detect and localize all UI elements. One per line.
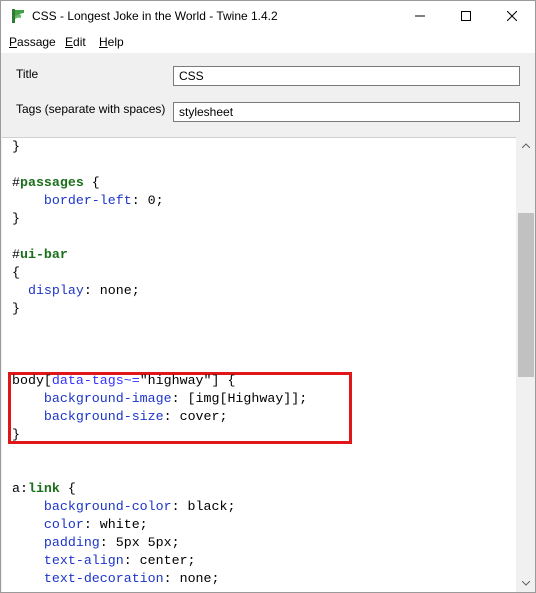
code-line: body[data-tags~="highway"] { — [12, 372, 235, 390]
code-token: ui-bar — [19, 247, 68, 262]
code-token: data-tags~= — [51, 373, 140, 388]
code-line: background-size: cover; — [12, 408, 228, 426]
code-token: : none; — [163, 571, 220, 586]
code-line: text-align: center; — [12, 552, 196, 570]
scrollbar-thumb[interactable] — [518, 213, 534, 377]
code-line: a:link { — [12, 480, 76, 498]
code-line: padding: 5px 5px; — [12, 534, 180, 552]
code-line: text-decoration: none; — [12, 570, 220, 588]
code-token: padding — [43, 535, 100, 550]
code-line: } — [12, 300, 20, 318]
code-token: } — [12, 301, 20, 316]
code-token: passages — [19, 175, 84, 190]
scroll-up-icon — [522, 143, 530, 148]
code-token: : 5px 5px; — [99, 535, 180, 550]
scroll-up-button[interactable] — [517, 137, 535, 154]
code-token: } — [12, 139, 20, 154]
code-editor[interactable]: } #passages { border-left: 0;} #ui-bar{ di… — [2, 137, 516, 592]
code-token: : black; — [171, 499, 236, 514]
code-line: #ui-bar — [12, 246, 68, 264]
code-token: a: — [12, 481, 28, 496]
code-token: : center; — [123, 553, 196, 568]
scroll-down-icon — [522, 581, 530, 586]
vertical-scrollbar[interactable] — [517, 137, 535, 592]
code-line: } — [12, 210, 20, 228]
code-token: } — [12, 211, 20, 226]
maximize-button[interactable] — [443, 1, 489, 31]
code-token: background-size — [43, 409, 164, 424]
minimize-button[interactable] — [397, 1, 443, 31]
code-token: # — [12, 175, 20, 190]
code-token: { — [59, 481, 76, 496]
code-token: text-align — [43, 553, 124, 568]
code-token: body[ — [12, 373, 52, 388]
code-token: link — [27, 481, 60, 496]
scroll-down-button[interactable] — [517, 575, 535, 592]
menu-bar: Passage Edit Help — [1, 31, 535, 53]
code-token: "highway"] { — [139, 373, 236, 388]
passage-form: Title CSS Tags (separate with spaces) st… — [1, 53, 535, 137]
code-line: background-image: [img[Highway]]; — [12, 390, 307, 408]
code-token: } — [12, 427, 20, 442]
tags-label: Tags (separate with spaces) — [16, 102, 166, 116]
code-token: : none; — [83, 283, 140, 298]
code-line: border-left: 0; — [12, 192, 164, 210]
menu-edit[interactable]: Edit — [65, 35, 86, 49]
code-line: { — [12, 264, 20, 282]
code-token: background-image — [43, 391, 172, 406]
code-token: color — [43, 517, 84, 532]
window-title: CSS - Longest Joke in the World - Twine … — [32, 9, 278, 23]
code-token: { — [83, 175, 100, 190]
menu-passage[interactable]: Passage — [9, 35, 56, 49]
code-line: } — [12, 138, 20, 156]
code-line: color: white; — [12, 516, 148, 534]
code-token: text-decoration — [43, 571, 164, 586]
minimize-icon — [415, 15, 425, 17]
close-icon — [507, 11, 517, 21]
title-bar[interactable]: CSS - Longest Joke in the World - Twine … — [1, 1, 535, 31]
window: CSS - Longest Joke in the World - Twine … — [0, 0, 536, 593]
code-token: : cover; — [163, 409, 228, 424]
code-line: background-color: black; — [12, 498, 236, 516]
code-token: : [img[Highway]]; — [171, 391, 308, 406]
code-token: # — [12, 247, 20, 262]
code-line: #passages { — [12, 174, 100, 192]
code-token: : 0; — [131, 193, 164, 208]
tags-field[interactable]: stylesheet — [173, 102, 520, 122]
code-line: } — [12, 426, 20, 444]
code-token: display — [27, 283, 84, 298]
code-token: background-color — [43, 499, 172, 514]
maximize-icon — [461, 11, 471, 21]
code-line: display: none; — [12, 282, 140, 300]
title-label: Title — [16, 67, 39, 81]
title-field[interactable]: CSS — [173, 66, 520, 86]
code-token: border-left — [43, 193, 132, 208]
twine-app-icon — [12, 9, 24, 23]
menu-help[interactable]: Help — [99, 35, 124, 49]
code-token: : white; — [83, 517, 148, 532]
code-token: { — [12, 265, 20, 280]
close-button[interactable] — [489, 1, 535, 31]
